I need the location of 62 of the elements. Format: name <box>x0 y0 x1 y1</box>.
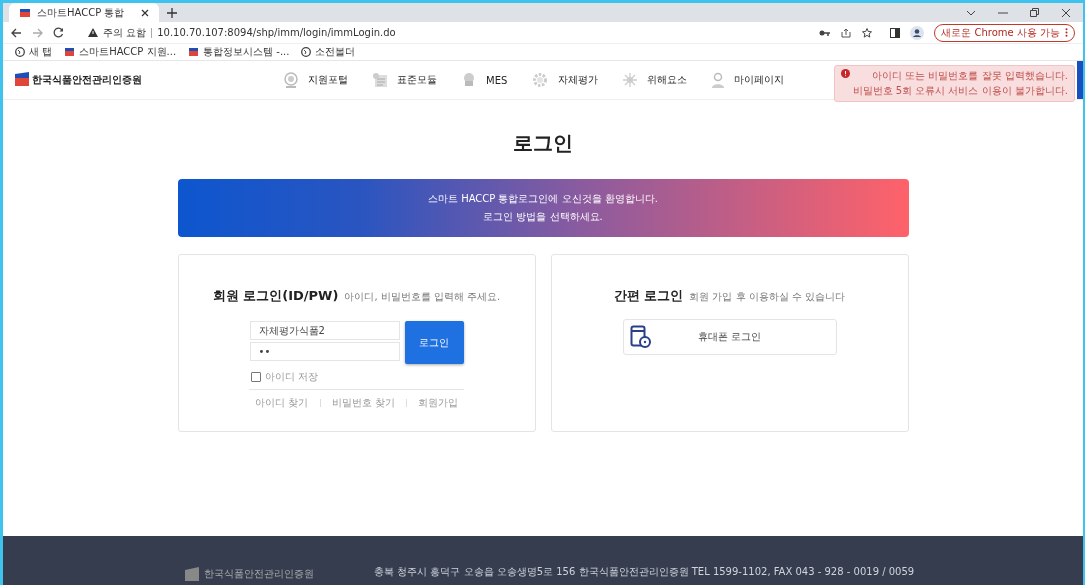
logo-text: 한국식품안전관리인증원 <box>32 73 142 87</box>
cloud-icon <box>461 72 477 88</box>
nav-link[interactable]: 위해요소 <box>622 71 688 89</box>
url-text: 10.10.70.107:8094/shp/imm/login/immLogin.do <box>157 27 396 38</box>
page-title: 로그인 <box>513 130 573 157</box>
restore-icon[interactable] <box>1030 8 1039 17</box>
back-icon[interactable] <box>11 27 22 38</box>
globe-icon <box>15 47 25 57</box>
footer-org: 한국식품안전관리인증원 <box>204 567 314 581</box>
banner-text: 로그인 방법을 선택하세요. <box>483 210 603 224</box>
logo-icon <box>13 72 31 88</box>
logo-icon <box>183 567 201 581</box>
globe-icon <box>301 47 312 57</box>
security-warning: 주의 요함 <box>103 25 147 40</box>
id-field[interactable]: 자체평가식품2 <box>249 321 400 340</box>
side-panel-icon[interactable] <box>890 27 901 38</box>
flag-icon <box>19 7 31 18</box>
flag-icon <box>188 47 200 57</box>
password-field[interactable]: •• <box>249 342 400 361</box>
bookmark[interactable]: 통합정보시스템 -... <box>188 45 290 59</box>
nav-link[interactable]: 표준모듈 <box>372 71 437 89</box>
chevron-down-icon[interactable] <box>966 9 976 16</box>
banner-text: 스마트 HACCP 통합로그인에 오신것을 환영합니다. <box>427 192 659 206</box>
card-heading: 회원 로그인(ID/PW) <box>212 287 339 305</box>
virus-icon <box>622 72 639 88</box>
key-icon[interactable] <box>819 29 831 36</box>
address-bar[interactable]: 주의 요함 10.10.70.107:8094/shp/imm/login/immLogin.do <box>74 24 881 41</box>
reload-icon[interactable] <box>53 27 64 38</box>
flag-icon <box>64 47 76 57</box>
nav-link[interactable]: MES <box>461 71 508 89</box>
close-icon[interactable] <box>1061 7 1071 18</box>
remember-label: 아이디 저장 <box>264 370 318 384</box>
portal-icon <box>283 72 299 88</box>
login-button[interactable]: 로그인 <box>404 321 464 364</box>
alert-text: 비밀번호 5회 오류시 서비스 이용이 불가합니다. <box>852 84 1068 98</box>
bookmark[interactable]: 소전볼더 <box>301 45 356 59</box>
share-icon[interactable] <box>841 27 852 38</box>
new-tab-icon[interactable] <box>167 7 177 18</box>
error-icon <box>840 69 850 78</box>
more-icon <box>1065 28 1068 37</box>
document-icon <box>372 72 388 88</box>
star-icon[interactable] <box>862 27 873 38</box>
close-icon[interactable] <box>141 8 149 17</box>
user-icon <box>711 72 726 88</box>
phone-login-button[interactable]: 휴대폰 로그인 <box>622 319 837 355</box>
card-hint: 아이디, 비밀번호를 입력해 주세요. <box>344 290 501 304</box>
footer-address: 충북 청주시 흥덕구 오송읍 오송생명5로 156 한국식품안전관리인증원 TEL 1599-1102, FAX 043 - 928 - 0019 / 0059 <box>374 565 915 579</box>
bookmark[interactable]: 스마트HACCP 지원... <box>64 45 177 59</box>
alert-text: 아이디 또는 비밀번호를 잘못 입력했습니다. <box>872 69 1068 83</box>
card-heading: 간편 로그인 <box>613 287 684 305</box>
nav-link[interactable]: 자체평가 <box>531 71 599 89</box>
nav-link[interactable]: 지원포털 <box>283 71 348 89</box>
card-hint: 회원 가입 후 이용하실 수 있습니다 <box>689 290 846 304</box>
checkbox[interactable] <box>250 372 261 382</box>
browser-tab[interactable]: 스마트HACCP 통합 <box>9 3 159 22</box>
bookmark[interactable]: 새 탭 <box>15 45 53 59</box>
gear-icon <box>531 71 550 89</box>
phone-lock-icon <box>629 325 652 349</box>
update-button[interactable]: 새로운 Chrome 사용 가능 <box>934 23 1075 42</box>
nav-link[interactable]: 마이페이지 <box>711 71 785 89</box>
profile-icon[interactable] <box>910 25 925 40</box>
warning-icon <box>88 28 98 37</box>
